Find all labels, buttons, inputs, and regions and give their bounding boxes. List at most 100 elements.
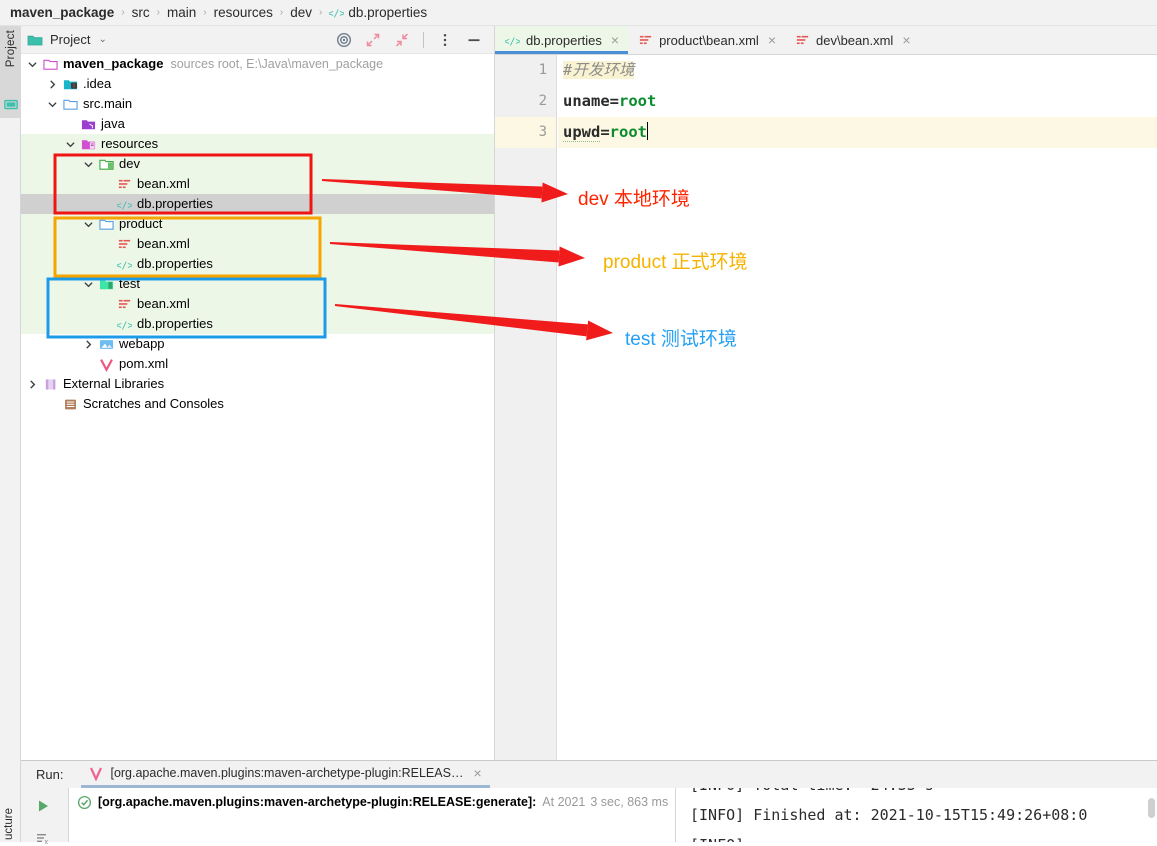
code-token: root (619, 92, 657, 110)
editor-text[interactable]: #开发环境 uname=root upwd=root (558, 55, 1157, 148)
close-icon[interactable]: × (473, 765, 481, 781)
svg-text:I: I (73, 83, 74, 89)
line-number: 1 (538, 62, 547, 78)
filter-x-icon[interactable]: x (35, 830, 51, 846)
properties-file-icon: </> (329, 8, 344, 19)
breadcrumb-item-db-properties[interactable]: </> db.properties (329, 5, 427, 20)
chevron-down-icon[interactable]: ⌄ (98, 34, 106, 45)
run-play-icon[interactable] (35, 798, 51, 814)
tree-node-pom-xml[interactable]: pom.xml (21, 354, 494, 374)
folder-resources-icon (81, 139, 96, 149)
tree-node-webapp[interactable]: webapp (21, 334, 494, 354)
svg-text:</>: </> (117, 200, 132, 211)
tree-node-label: bean.xml (137, 176, 190, 191)
maven-pom-icon (100, 358, 113, 372)
tree-node-label: product (119, 216, 163, 231)
code-token: 开发环境 (572, 61, 635, 79)
breadcrumb-item-label: resources (213, 5, 273, 20)
project-panel-title: Project (50, 32, 91, 47)
chevron-right-icon[interactable] (83, 339, 94, 350)
tree-node-test-bean-xml[interactable]: bean.xml (21, 294, 494, 314)
folder-module-icon (43, 59, 58, 70)
editor-tab-dev-bean-xml[interactable]: dev\bean.xml × (785, 26, 920, 54)
code-token: # (563, 61, 573, 79)
run-console-output[interactable]: [INFO] Total time: 24.33 s [INFO] Finishe… (676, 788, 1157, 842)
run-configuration-tab[interactable]: [org.apache.maven.plugins:maven-archetyp… (81, 761, 490, 788)
breadcrumb-item-maven-package[interactable]: maven_package (10, 5, 114, 20)
tree-node-label: src.main (83, 96, 133, 111)
xml-file-icon (118, 179, 131, 188)
run-result-row[interactable]: [org.apache.maven.plugins:maven-archetyp… (77, 792, 675, 812)
chevron-down-icon[interactable] (83, 279, 94, 290)
chevron-down-icon[interactable] (83, 159, 94, 170)
tree-node-resources[interactable]: resources (21, 134, 494, 154)
tree-node-label: .idea (83, 76, 112, 91)
tree-node-scratches-and-consoles[interactable]: Scratches and Consoles (21, 394, 494, 414)
chevron-down-icon[interactable] (27, 59, 38, 70)
tree-node-label: webapp (119, 336, 165, 351)
tree-node-dev[interactable]: dev (21, 154, 494, 174)
run-result-duration: 3 sec, 863 ms (590, 795, 669, 809)
editor-tab-label: product\bean.xml (659, 32, 759, 48)
close-icon[interactable]: × (768, 33, 776, 47)
tree-node-test-db-properties[interactable]: </> db.properties (21, 314, 494, 334)
expand-all-icon[interactable] (365, 32, 381, 48)
chevron-right-icon[interactable] (27, 379, 38, 390)
breadcrumb-item-src[interactable]: src (132, 5, 150, 20)
close-icon[interactable]: × (611, 33, 619, 47)
breadcrumb-bar: maven_package › src › main › resources › dev › </>… (0, 0, 1157, 26)
tree-node-product-bean-xml[interactable]: bean.xml (21, 234, 494, 254)
breadcrumb-item-resources[interactable]: resources (214, 5, 273, 20)
chevron-down-icon[interactable] (65, 139, 76, 150)
tree-node-maven-package[interactable]: maven_package sources root, E:\Java\maven… (21, 54, 494, 74)
code-line[interactable]: uname=root (558, 86, 1157, 117)
tree-node-product[interactable]: product (21, 214, 494, 234)
tree-node-product-db-properties[interactable]: </> db.properties (21, 254, 494, 274)
editor-tab-product-bean-xml[interactable]: product\bean.xml × (628, 26, 785, 54)
folder-source-icon (99, 159, 114, 170)
stripe-button-project[interactable]: Project (0, 26, 21, 118)
chevron-right-icon[interactable] (47, 79, 58, 90)
run-results-tree[interactable]: [org.apache.maven.plugins:maven-archetyp… (68, 788, 676, 842)
breadcrumb-item-main[interactable]: main (167, 5, 196, 20)
run-result-meta: At 2021 (542, 795, 586, 809)
locate-target-icon[interactable] (336, 32, 352, 48)
tree-node-dev-bean-xml[interactable]: bean.xml (21, 174, 494, 194)
folder-test-icon (99, 279, 114, 289)
tree-node-test[interactable]: test (21, 274, 494, 294)
tree-node-dev-db-properties[interactable]: </> db.properties (21, 194, 494, 214)
project-panel-header: Project ⌄ (21, 26, 494, 54)
code-line[interactable]: #开发环境 (558, 55, 1157, 86)
chevron-down-icon[interactable] (83, 219, 94, 230)
maven-pom-icon (90, 767, 103, 781)
tree-node-src-main[interactable]: src.main (21, 94, 494, 114)
collapse-all-icon[interactable] (394, 32, 410, 48)
close-icon[interactable]: × (902, 33, 910, 47)
editor-tab-label: db.properties (526, 32, 602, 48)
editor-tab-db-properties[interactable]: </> db.properties × (495, 26, 629, 54)
tree-node-java[interactable]: java (21, 114, 494, 134)
minimize-icon[interactable] (466, 32, 482, 48)
spacer-icon (101, 239, 112, 250)
project-tree[interactable]: maven_package sources root, E:\Java\maven… (21, 54, 494, 414)
console-line: [INFO] (676, 830, 1157, 842)
properties-file-icon: </> (505, 36, 520, 47)
console-scrollbar[interactable] (1145, 788, 1157, 842)
more-options-icon[interactable] (437, 32, 453, 48)
console-scrollbar-thumb[interactable] (1148, 798, 1155, 818)
tree-node-label: bean.xml (137, 296, 190, 311)
breadcrumb-item-label: db.properties (348, 5, 428, 20)
line-number: 2 (538, 93, 547, 109)
run-panel-body: x [org.apache.maven.plugins:maven-archet… (21, 788, 1157, 846)
folder-webapp-icon (99, 339, 114, 349)
run-tab-label: [org.apache.maven.plugins:maven-archetyp… (110, 766, 464, 780)
breadcrumb-item-label: src (131, 5, 150, 20)
tree-node-idea[interactable]: I .idea (21, 74, 494, 94)
stripe-button-structure[interactable]: ucture (3, 808, 15, 840)
code-editor[interactable]: 123 #开发环境 uname=root upwd=root (495, 55, 1157, 760)
breadcrumb-item-dev[interactable]: dev (290, 5, 312, 20)
code-line[interactable]: upwd=root (558, 117, 1157, 148)
tree-node-external-libraries[interactable]: External Libraries (21, 374, 494, 394)
chevron-down-icon[interactable] (47, 99, 58, 110)
folder-plain-icon (63, 99, 78, 110)
